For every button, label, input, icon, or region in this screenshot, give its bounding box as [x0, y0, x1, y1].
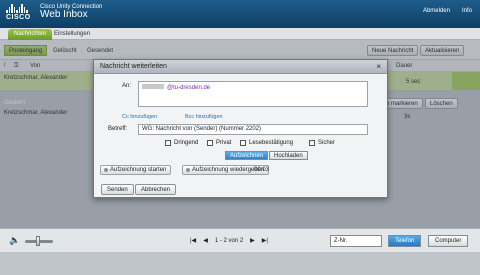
send-button[interactable]: Senden — [101, 184, 134, 195]
cisco-logo: CISCO — [6, 4, 31, 21]
upload-tab[interactable]: Hochladen — [269, 151, 308, 160]
recording-time: 00:03 — [254, 167, 270, 173]
dialog-header: Nachricht weiterleiten × — [94, 60, 387, 74]
urgent-label: Dringend — [174, 140, 199, 146]
bcc-link[interactable]: Bcc hinzufügen — [185, 114, 223, 120]
top-links: Abmelden Info — [401, 8, 472, 14]
secure-checkbox-box[interactable] — [309, 140, 315, 146]
to-label: An: — [122, 83, 132, 89]
to-recipient: @tu-dresden.de — [167, 85, 211, 91]
receipt-checkbox[interactable]: Lesebestätigung — [240, 140, 293, 146]
receipt-label: Lesebestätigung — [249, 140, 294, 146]
first-page-icon[interactable]: |◀ — [190, 237, 196, 244]
pager: |◀ ◀ 1 - 2 von 2 ▶ ▶| — [190, 237, 268, 245]
private-checkbox[interactable]: Privat — [207, 140, 231, 146]
app-header: CISCO Cisco Unity Connection Web Inbox A… — [0, 0, 480, 28]
dialog-title: Nachricht weiterleiten — [100, 63, 167, 70]
start-recording-label: Aufzeichnung starten — [110, 166, 167, 173]
pager-text: 1 - 2 von 2 — [214, 237, 244, 244]
tab-messages[interactable]: Nachrichten — [8, 29, 53, 40]
secure-label: Sicher — [318, 140, 336, 146]
cancel-button[interactable]: Abbrechen — [135, 184, 177, 195]
to-recipient-redacted — [142, 84, 164, 89]
search-input[interactable]: Z-Nr. — [330, 235, 382, 247]
play-icon — [186, 168, 190, 172]
next-page-icon[interactable]: ▶ — [250, 237, 255, 244]
subject-label: Betreff: — [108, 126, 128, 132]
urgent-checkbox-box[interactable] — [165, 140, 171, 146]
urgent-checkbox[interactable]: Dringend — [165, 140, 198, 146]
secure-checkbox[interactable]: Sicher — [309, 140, 335, 146]
private-checkbox-box[interactable] — [207, 140, 213, 146]
app-title: Cisco Unity Connection Web Inbox — [40, 4, 103, 21]
volume-slider-handle[interactable] — [36, 236, 40, 246]
record-tab[interactable]: Aufzeichnen — [225, 151, 269, 160]
private-label: Privat — [216, 140, 232, 146]
main-tabs: Nachrichten Einstellungen — [0, 28, 480, 40]
tab-settings[interactable]: Einstellungen — [48, 29, 96, 40]
to-field[interactable]: @tu-dresden.de — [138, 81, 368, 107]
computer-toggle[interactable]: Computer — [428, 235, 469, 247]
cc-link[interactable]: Cc hinzufügen — [122, 114, 157, 120]
receipt-checkbox-box[interactable] — [240, 140, 246, 146]
status-bar: 🔈 |◀ ◀ 1 - 2 von 2 ▶ ▶| Z-Nr. Telefon Co… — [0, 228, 480, 252]
record-icon — [104, 168, 108, 172]
signout-link[interactable]: Abmelden — [423, 8, 450, 14]
speaker-icon: 🔈 — [9, 235, 21, 245]
info-link[interactable]: Info — [462, 8, 472, 14]
phone-toggle[interactable]: Telefon — [388, 235, 422, 247]
prev-page-icon[interactable]: ◀ — [203, 237, 208, 244]
close-icon[interactable]: × — [376, 60, 381, 74]
start-recording-button[interactable]: Aufzeichnung starten — [100, 165, 172, 175]
last-page-icon[interactable]: ▶| — [262, 237, 268, 244]
subject-field[interactable]: WG: Nachricht von (Sender) (Nummer 2202) — [138, 124, 368, 135]
user-link[interactable] — [401, 8, 411, 14]
